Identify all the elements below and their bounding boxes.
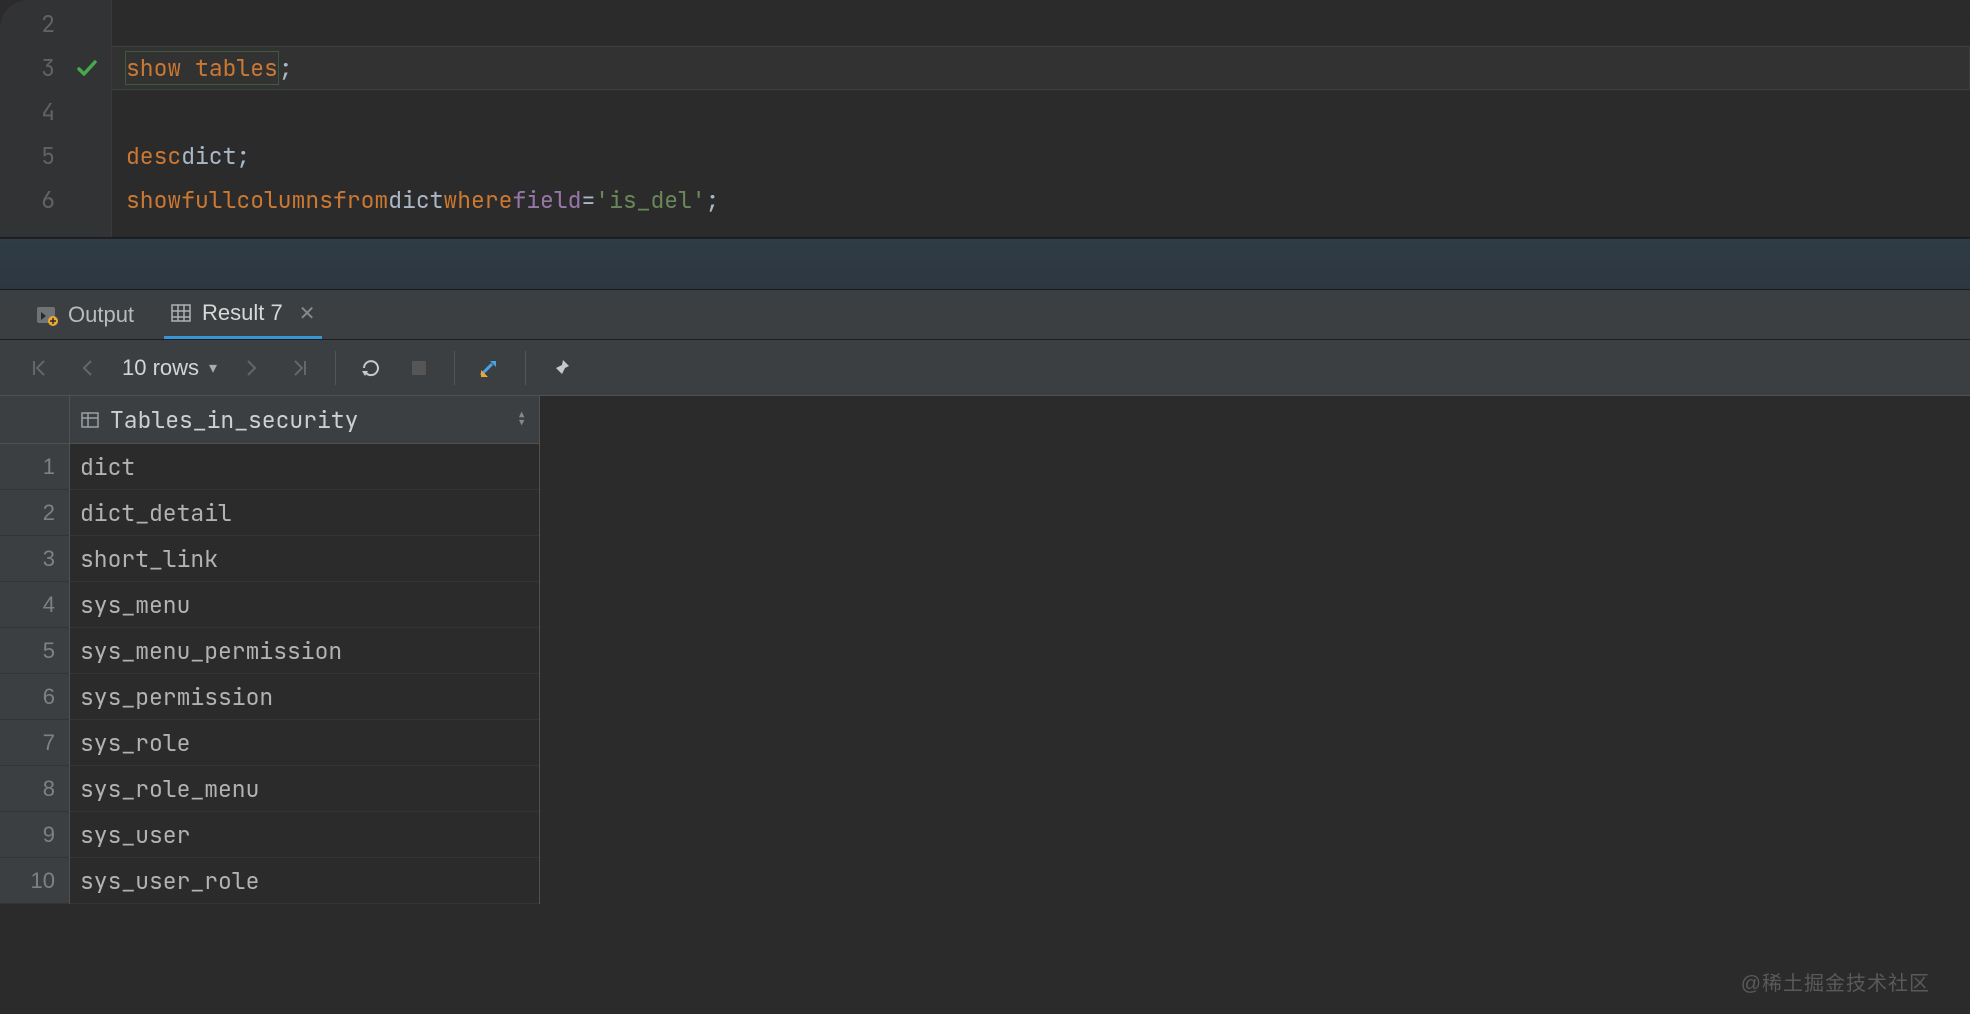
line-number: 6 — [29, 185, 55, 215]
editor-gutter: 2 3 4 5 6 — [0, 0, 112, 237]
grid-row-number: 4 — [0, 582, 69, 628]
grid-cell[interactable]: sys_user — [70, 812, 539, 858]
grid-cell[interactable]: dict_detail — [70, 490, 539, 536]
token-kw: show — [126, 185, 181, 215]
grid-cell[interactable]: sys_menu — [70, 582, 539, 628]
check-icon — [73, 56, 101, 80]
grid-row-numbers: 12345678910 — [0, 396, 70, 904]
grid-cell[interactable]: sys_user_role — [70, 858, 539, 904]
code-line[interactable] — [126, 2, 1970, 46]
token-kw: full — [181, 185, 236, 215]
line-number: 3 — [29, 53, 55, 83]
grid-row-number: 6 — [0, 674, 69, 720]
sort-icon[interactable]: ▴▾ — [516, 412, 527, 428]
grid-column-header-text: Tables_in_security — [110, 405, 358, 435]
token-kw: tables — [195, 53, 278, 83]
add-row-button[interactable] — [471, 349, 509, 387]
token-kw: columns — [236, 185, 333, 215]
watermark-text: @稀土掘金技术社区 — [1741, 967, 1930, 996]
result-toolbar: 10 rows ▾ — [0, 340, 1970, 396]
gutter-row: 5 — [0, 134, 111, 178]
token-kw: where — [443, 185, 512, 215]
gutter-row: 3 — [0, 46, 111, 90]
grid-row-number: 8 — [0, 766, 69, 812]
grid-row-number: 7 — [0, 720, 69, 766]
gutter-row: 6 — [0, 178, 111, 222]
grid-column: Tables_in_security ▴▾ dictdict_detailsho… — [70, 396, 540, 904]
token-kw: desc — [126, 141, 181, 171]
tab-output-label: Output — [68, 302, 134, 328]
token-punct: ; — [279, 53, 293, 83]
result-tab-bar: Output Result 7 ✕ — [0, 290, 1970, 340]
tab-result[interactable]: Result 7 ✕ — [164, 290, 321, 339]
token-kw: from — [333, 185, 388, 215]
grid-row-number: 9 — [0, 812, 69, 858]
next-page-button[interactable] — [233, 349, 271, 387]
grid-cell[interactable]: sys_permission — [70, 674, 539, 720]
editor-code-area[interactable]: show tables;desc dict;show full columns … — [112, 0, 1970, 237]
tab-output[interactable]: Output — [30, 290, 140, 339]
token-ident: dict — [181, 141, 236, 171]
line-number: 4 — [29, 97, 55, 127]
token-col: field — [512, 185, 581, 215]
pin-button[interactable] — [542, 349, 580, 387]
tab-result-label: Result 7 — [202, 300, 283, 326]
editor-result-divider — [0, 238, 1970, 290]
grid-icon — [170, 302, 192, 324]
grid-cell[interactable]: sys_menu_permission — [70, 628, 539, 674]
gutter-row: 2 — [0, 2, 111, 46]
grid-row-number: 10 — [0, 858, 69, 904]
grid-row-number: 2 — [0, 490, 69, 536]
code-line[interactable]: show full columns from dict where field … — [126, 178, 1970, 222]
chevron-down-icon: ▾ — [209, 358, 217, 378]
grid-column-header[interactable]: Tables_in_security ▴▾ — [70, 396, 539, 444]
column-type-icon — [80, 410, 100, 430]
code-line[interactable]: show tables; — [112, 46, 1970, 90]
grid-row-number: 3 — [0, 536, 69, 582]
prev-page-button[interactable] — [68, 349, 106, 387]
grid-row-number: 5 — [0, 628, 69, 674]
rows-dropdown-label: 10 rows — [122, 355, 199, 381]
last-page-button[interactable] — [281, 349, 319, 387]
grid-cell[interactable]: dict — [70, 444, 539, 490]
token-punct: ; — [236, 141, 250, 171]
toolbar-separator — [454, 351, 455, 385]
token-punct: ; — [706, 185, 720, 215]
result-grid[interactable]: 12345678910 Tables_in_security ▴▾ dictdi… — [0, 396, 1970, 904]
grid-cell[interactable]: sys_role_menu — [70, 766, 539, 812]
code-line[interactable]: desc dict; — [126, 134, 1970, 178]
refresh-button[interactable] — [352, 349, 390, 387]
token-op: = — [581, 185, 595, 215]
token-str: 'is_del' — [595, 185, 705, 215]
line-number: 2 — [29, 9, 55, 39]
close-icon[interactable]: ✕ — [299, 301, 316, 326]
token-kw: show — [126, 53, 181, 83]
stop-button[interactable] — [400, 349, 438, 387]
sql-editor[interactable]: 23456 show tables;desc dict;show full co… — [0, 0, 1970, 238]
line-number: 5 — [29, 141, 55, 171]
grid-cell[interactable]: sys_role — [70, 720, 539, 766]
output-icon — [36, 304, 58, 326]
gutter-row: 4 — [0, 90, 111, 134]
grid-cell[interactable]: short_link — [70, 536, 539, 582]
toolbar-separator — [335, 351, 336, 385]
code-line[interactable] — [126, 90, 1970, 134]
toolbar-separator — [525, 351, 526, 385]
ide-window: 23456 show tables;desc dict;show full co… — [0, 0, 1970, 1014]
token-ident: dict — [388, 185, 443, 215]
rows-dropdown[interactable]: 10 rows ▾ — [116, 355, 223, 381]
grid-row-number: 1 — [0, 444, 69, 490]
first-page-button[interactable] — [20, 349, 58, 387]
